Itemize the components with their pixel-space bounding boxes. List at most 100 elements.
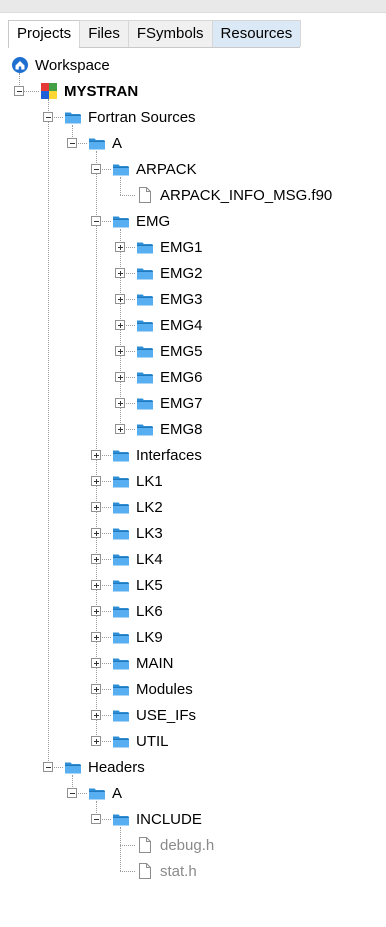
- expand-toggle[interactable]: [115, 294, 125, 304]
- folder-icon: [112, 550, 130, 568]
- expand-toggle[interactable]: [91, 450, 101, 460]
- expand-toggle[interactable]: [115, 372, 125, 382]
- tree-item[interactable]: EMG7: [136, 391, 203, 415]
- tree-item[interactable]: EMG1: [136, 235, 203, 259]
- file-icon: [136, 836, 154, 854]
- folder-icon: [112, 628, 130, 646]
- expand-toggle[interactable]: [115, 398, 125, 408]
- folder-icon: [112, 654, 130, 672]
- tree-item[interactable]: Fortran Sources: [64, 105, 196, 129]
- tree-item[interactable]: ARPACK_INFO_MSG.f90: [136, 183, 332, 207]
- expand-toggle[interactable]: [91, 606, 101, 616]
- file-icon: [136, 862, 154, 880]
- tree-item[interactable]: A: [88, 781, 122, 805]
- folder-icon: [112, 472, 130, 490]
- tree-item-label: LK1: [136, 472, 163, 490]
- tree-item[interactable]: LK2: [112, 495, 163, 519]
- tree-item[interactable]: MAIN: [112, 651, 174, 675]
- expand-toggle[interactable]: [91, 502, 101, 512]
- collapse-toggle[interactable]: [43, 112, 53, 122]
- expand-toggle[interactable]: [91, 554, 101, 564]
- tree-item[interactable]: LK4: [112, 547, 163, 571]
- expand-toggle[interactable]: [91, 632, 101, 642]
- tree-item-label: A: [112, 784, 123, 802]
- folder-icon: [112, 212, 130, 230]
- collapse-toggle[interactable]: [91, 216, 101, 226]
- folder-icon: [112, 524, 130, 542]
- expand-toggle[interactable]: [91, 710, 101, 720]
- expand-toggle[interactable]: [115, 320, 125, 330]
- tree-connector: [96, 151, 97, 741]
- collapse-toggle[interactable]: [43, 762, 53, 772]
- tree-item[interactable]: INCLUDE: [112, 807, 202, 831]
- tree-item-label: debug.h: [160, 836, 215, 854]
- tree-item[interactable]: ARPACK: [112, 157, 197, 181]
- tree-item[interactable]: LK6: [112, 599, 163, 623]
- tree-item[interactable]: LK5: [112, 573, 163, 597]
- tree-item-label: EMG5: [160, 342, 203, 360]
- expand-toggle[interactable]: [115, 346, 125, 356]
- expand-toggle[interactable]: [115, 268, 125, 278]
- collapse-toggle[interactable]: [14, 86, 24, 96]
- tree-item[interactable]: UTIL: [112, 729, 169, 753]
- folder-icon: [112, 810, 130, 828]
- expand-toggle[interactable]: [115, 242, 125, 252]
- folder-icon: [136, 316, 154, 334]
- tree-item-label: EMG4: [160, 316, 203, 334]
- expand-toggle[interactable]: [115, 424, 125, 434]
- tree-item-label: A: [112, 134, 123, 152]
- collapse-toggle[interactable]: [91, 164, 101, 174]
- expand-toggle[interactable]: [91, 684, 101, 694]
- tree-item-label: ARPACK: [136, 160, 197, 178]
- tree-item-label: EMG: [136, 212, 171, 230]
- tree-item[interactable]: Interfaces: [112, 443, 202, 467]
- tree-item-label: Headers: [88, 758, 145, 776]
- tree-item[interactable]: stat.h: [136, 859, 197, 883]
- folder-icon: [136, 290, 154, 308]
- tree-item[interactable]: EMG: [112, 209, 170, 233]
- folder-icon: [136, 394, 154, 412]
- tree-item[interactable]: LK9: [112, 625, 163, 649]
- workspace-icon: [11, 56, 29, 74]
- tree-item[interactable]: A: [88, 131, 122, 155]
- folder-icon: [112, 602, 130, 620]
- expand-toggle[interactable]: [91, 580, 101, 590]
- tree-item-label: EMG6: [160, 368, 203, 386]
- folder-icon: [112, 680, 130, 698]
- collapse-toggle[interactable]: [67, 138, 77, 148]
- tree-item[interactable]: EMG2: [136, 261, 203, 285]
- tree-item[interactable]: Modules: [112, 677, 193, 701]
- folder-icon: [112, 160, 130, 178]
- expand-toggle[interactable]: [91, 528, 101, 538]
- folder-icon: [112, 732, 130, 750]
- folder-icon: [64, 758, 82, 776]
- expand-toggle[interactable]: [91, 736, 101, 746]
- tree-item[interactable]: EMG6: [136, 365, 203, 389]
- tree-connector: [120, 845, 135, 846]
- collapse-toggle[interactable]: [67, 788, 77, 798]
- tree-item[interactable]: debug.h: [136, 833, 214, 857]
- tree-connector: [120, 827, 121, 871]
- tree-item-label: Fortran Sources: [88, 108, 196, 126]
- tree-item[interactable]: MYSTRAN: [40, 79, 138, 103]
- folder-icon: [136, 368, 154, 386]
- collapse-toggle[interactable]: [91, 814, 101, 824]
- tree-connector: [120, 871, 135, 872]
- file-icon: [136, 186, 154, 204]
- folder-icon: [136, 264, 154, 282]
- expand-toggle[interactable]: [91, 658, 101, 668]
- tree-item[interactable]: EMG5: [136, 339, 203, 363]
- expand-toggle[interactable]: [91, 476, 101, 486]
- folder-icon: [112, 446, 130, 464]
- tree-item[interactable]: Workspace: [11, 53, 110, 77]
- tree-item-label: Interfaces: [136, 446, 202, 464]
- tree-item[interactable]: EMG4: [136, 313, 203, 337]
- tree-item-label: EMG1: [160, 238, 203, 256]
- folder-icon: [136, 342, 154, 360]
- tree-item[interactable]: EMG3: [136, 287, 203, 311]
- tree-item[interactable]: LK1: [112, 469, 163, 493]
- tree-item[interactable]: EMG8: [136, 417, 203, 441]
- tree-item[interactable]: Headers: [64, 755, 145, 779]
- tree-item[interactable]: USE_IFs: [112, 703, 196, 727]
- tree-item[interactable]: LK3: [112, 521, 163, 545]
